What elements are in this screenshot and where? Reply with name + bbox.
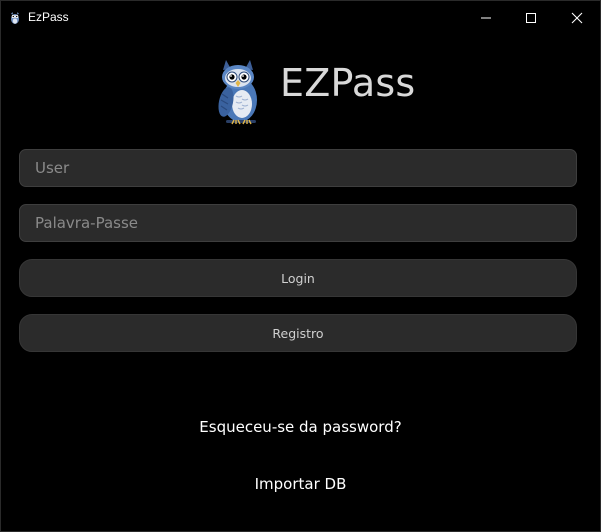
maximize-icon — [526, 12, 536, 23]
login-button-label: Login — [281, 270, 315, 286]
user-input[interactable] — [19, 149, 577, 187]
login-button[interactable]: Login — [19, 259, 577, 297]
password-input[interactable] — [19, 204, 577, 242]
owl-icon — [11, 12, 19, 24]
minimize-icon — [481, 17, 491, 18]
app-title: EZPass — [280, 61, 416, 105]
app-window: EzPass EZPass User Login Registro Esquec… — [0, 0, 601, 532]
owl-logo — [218, 60, 257, 125]
maximize-button[interactable] — [508, 1, 554, 34]
register-button[interactable]: Registro — [19, 314, 577, 352]
window-title: EzPass — [28, 10, 69, 24]
register-button-label: Registro — [272, 325, 324, 341]
title-bar[interactable]: EzPass — [1, 1, 600, 34]
minimize-button[interactable] — [463, 1, 509, 34]
close-icon — [571, 12, 583, 23]
import-db-link[interactable]: Importar DB — [1, 475, 600, 493]
forgot-password-link[interactable]: Esqueceu-se da password? — [1, 418, 600, 436]
close-button[interactable] — [554, 1, 600, 34]
